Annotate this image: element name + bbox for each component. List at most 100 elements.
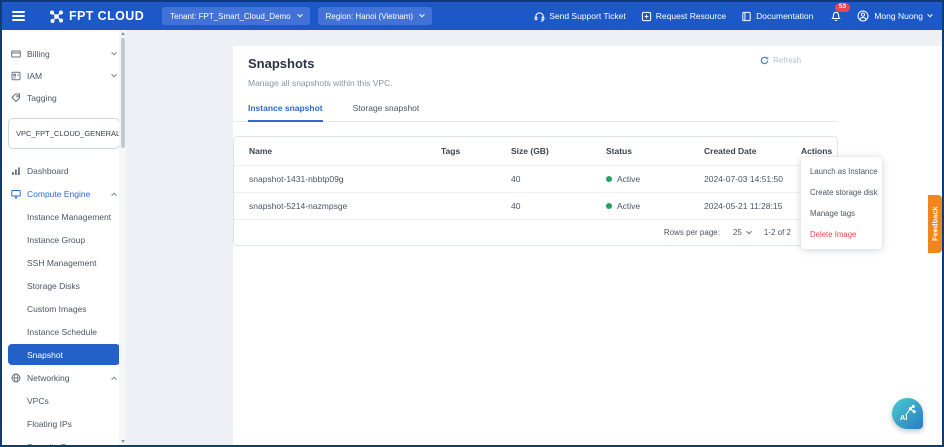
chevron-down-icon: [419, 12, 425, 18]
column-header-actions: Actions: [801, 146, 832, 156]
scroll-up-icon[interactable]: [121, 32, 125, 35]
region-selector-label: Region: Hanoi (Vietnam): [326, 12, 413, 21]
menu-item-manage-tags[interactable]: Manage tags: [801, 203, 882, 224]
sidebar-item-instance-schedule[interactable]: Instance Schedule: [2, 320, 126, 343]
sidebar-scrollbar[interactable]: [119, 30, 126, 445]
scrollbar-thumb[interactable]: [121, 38, 125, 148]
request-resource-link[interactable]: Request Resource: [641, 11, 726, 22]
sidebar-item-custom-images[interactable]: Custom Images: [2, 297, 126, 320]
sidebar-item-label: Instance Management: [27, 212, 111, 222]
status-active-dot: [606, 203, 612, 209]
user-avatar-icon: [857, 10, 869, 22]
ai-assistant-button[interactable]: AI: [892, 398, 923, 429]
sidebar-item-label: IAM: [27, 71, 42, 81]
menu-item-launch-as-instance[interactable]: Launch as Instance: [801, 161, 882, 182]
fpt-cloud-logo: FPT CLOUD: [49, 9, 144, 24]
sidebar-item-snapshot-selected[interactable]: Snapshot: [8, 344, 120, 365]
sidebar-item-vpcs[interactable]: VPCs: [2, 389, 126, 412]
column-header-size: Size (GB): [511, 146, 606, 156]
sidebar-item-label: Networking: [27, 373, 70, 383]
column-header-tags: Tags: [441, 146, 511, 156]
user-menu[interactable]: Mong Nuong: [857, 10, 932, 22]
chevron-up-icon: [111, 376, 117, 382]
tab-instance-snapshot[interactable]: Instance snapshot: [248, 103, 323, 122]
topbar: FPT CLOUD Tenant: FPT_Smart_Cloud_Demo R…: [2, 2, 942, 30]
snapshot-size: 40: [511, 201, 606, 211]
sidebar-item-dashboard[interactable]: Dashboard: [2, 159, 126, 182]
sidebar-item-instance-group[interactable]: Instance Group: [2, 228, 126, 251]
chevron-down-icon: [111, 72, 117, 78]
menu-item-delete-image[interactable]: Delete Image: [801, 224, 882, 245]
sidebar-item-ssh-management[interactable]: SSH Management: [2, 251, 126, 274]
table-header-row: Name Tags Size (GB) Status Created Date …: [234, 137, 837, 165]
refresh-button[interactable]: Refresh: [760, 56, 801, 65]
rows-per-page-value: 25: [733, 228, 742, 237]
logo-network-icon: [49, 9, 64, 24]
rows-per-page-label: Rows per page:: [664, 228, 720, 237]
logo-text: FPT CLOUD: [69, 9, 144, 23]
sidebar-item-floating-ips[interactable]: Floating IPs: [2, 412, 126, 435]
notifications-button[interactable]: 53: [830, 9, 842, 24]
documentation-link[interactable]: Documentation: [741, 11, 813, 22]
snapshot-created-date: 2024-07-03 14:51:50: [704, 174, 801, 184]
book-icon: [741, 11, 752, 22]
vpc-selector[interactable]: VPC_FPT_CLOUD_GENERAL: [8, 118, 120, 149]
menu-toggle-icon[interactable]: [12, 11, 25, 21]
sidebar-item-label: Dashboard: [27, 166, 69, 176]
chevron-down-icon: [297, 12, 303, 18]
column-header-created: Created Date: [704, 146, 801, 156]
sidebar-item-storage-disks[interactable]: Storage Disks: [2, 274, 126, 297]
send-support-ticket-link[interactable]: Send Support Ticket: [534, 11, 626, 22]
snapshot-created-date: 2024-05-21 11:28:15: [704, 201, 801, 211]
menu-item-create-storage-disk[interactable]: Create storage disk: [801, 182, 882, 203]
refresh-icon: [760, 56, 769, 65]
sidebar-item-label: Floating IPs: [27, 419, 72, 429]
table-row: snapshot-1431-nbbtp09g 40 Active 2024-07…: [234, 165, 837, 192]
sidebar-item-label: Security Groups: [27, 442, 88, 446]
send-support-ticket-label: Send Support Ticket: [549, 11, 626, 21]
column-header-status: Status: [606, 146, 704, 156]
scroll-down-icon[interactable]: [121, 440, 125, 443]
status-active-dot: [606, 176, 612, 182]
sidebar-item-label: Snapshot: [27, 350, 63, 360]
chevron-down-icon: [111, 50, 117, 56]
sidebar-item-label: Tagging: [27, 93, 57, 103]
row-actions-context-menu: Launch as Instance Create storage disk M…: [801, 157, 882, 249]
sidebar-item-label: VPCs: [27, 396, 49, 406]
status-badge: Active: [617, 174, 640, 184]
table-row: snapshot-5214-nazmpsge 40 Active 2024-05…: [234, 192, 837, 219]
sidebar-item-billing[interactable]: Billing: [2, 43, 126, 65]
tenant-selector[interactable]: Tenant: FPT_Smart_Cloud_Demo: [162, 7, 310, 25]
sidebar-item-compute-engine[interactable]: Compute Engine: [2, 182, 126, 205]
status-cell: Active: [606, 201, 704, 211]
pagination: Rows per page: 25 1-2 of 2: [234, 219, 837, 245]
snapshot-tabs: Instance snapshot Storage snapshot: [233, 103, 838, 122]
sidebar-active-item-wrap: Snapshot: [2, 343, 126, 366]
tab-storage-snapshot[interactable]: Storage snapshot: [353, 103, 420, 121]
sidebar-item-networking[interactable]: Networking: [2, 366, 126, 389]
documentation-label: Documentation: [756, 11, 813, 21]
refresh-label: Refresh: [773, 56, 801, 65]
status-cell: Active: [606, 174, 704, 184]
feedback-tab[interactable]: Feedback: [928, 195, 942, 253]
sidebar-item-label: Billing: [27, 49, 50, 59]
bar-chart-icon: [11, 166, 21, 176]
rows-per-page-select[interactable]: 25: [733, 228, 751, 237]
column-header-name: Name: [249, 146, 441, 156]
notification-count-badge: 53: [835, 3, 849, 13]
region-selector[interactable]: Region: Hanoi (Vietnam): [318, 7, 432, 25]
vpc-selector-value: VPC_FPT_CLOUD_GENERAL: [16, 129, 120, 138]
sidebar-item-security-groups[interactable]: Security Groups: [2, 435, 126, 445]
tag-icon: [11, 93, 21, 103]
monitor-icon: [11, 189, 21, 199]
chevron-down-icon: [746, 228, 752, 234]
credit-card-icon: [11, 49, 21, 59]
chevron-up-icon: [111, 192, 117, 198]
user-name: Mong Nuong: [874, 11, 923, 21]
tenant-selector-label: Tenant: FPT_Smart_Cloud_Demo: [170, 12, 291, 21]
page-title: Snapshots: [248, 56, 942, 71]
sidebar-item-iam[interactable]: IAM: [2, 65, 126, 87]
sidebar-item-tagging[interactable]: Tagging: [2, 87, 126, 109]
sidebar-item-label: Instance Group: [27, 235, 85, 245]
sidebar-item-instance-management[interactable]: Instance Management: [2, 205, 126, 228]
